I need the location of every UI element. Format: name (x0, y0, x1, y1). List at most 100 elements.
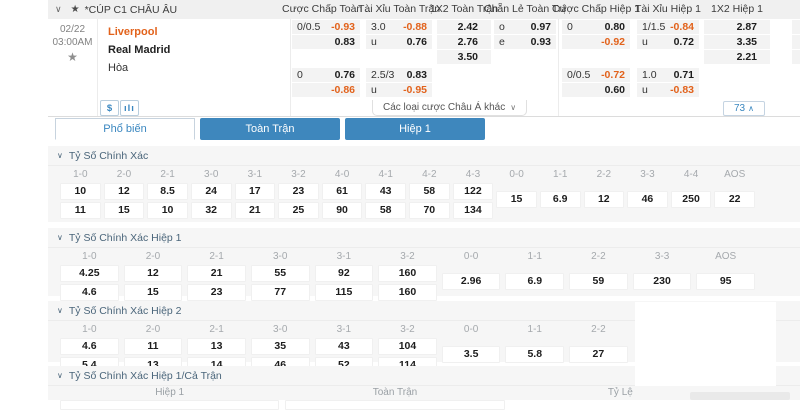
odds-cell[interactable]: 0/0.5-0.93 (292, 20, 360, 34)
odds-cell[interactable]: o0.97 (494, 20, 556, 34)
odds-cell[interactable]: 15 (124, 284, 183, 301)
odds-cell[interactable]: 21 (235, 202, 276, 219)
statistics-button[interactable]: ılı (120, 100, 139, 116)
odds-cell[interactable]: -0.86 (292, 83, 360, 97)
odds-cell[interactable]: 21 (187, 265, 246, 282)
odds-cell[interactable]: 55 (251, 265, 310, 282)
odds-cell[interactable]: -0.92 (562, 35, 630, 49)
section-header[interactable]: ∨ Tỷ Số Chính Xác (48, 146, 800, 166)
odds-cell[interactable]: 13 (187, 338, 246, 355)
odds-cell[interactable]: 17 (235, 183, 276, 200)
odds-cell[interactable]: 122 (453, 183, 494, 200)
odds-cell[interactable]: 8.5 (147, 183, 188, 200)
odds-cell[interactable]: 24 (191, 183, 232, 200)
odds-cell[interactable]: 61 (322, 183, 363, 200)
odds-cell[interactable]: 160 (378, 265, 437, 282)
odds-cell[interactable]: 160 (378, 284, 437, 301)
odds-cell[interactable]: 2.42 (437, 20, 491, 34)
odds-cell[interactable]: 43 (365, 183, 406, 200)
odds-cell[interactable]: 77 (251, 284, 310, 301)
league-favorite-star-icon[interactable]: ★ (71, 4, 80, 15)
odds-cell[interactable]: 115 (315, 284, 374, 301)
odds-cell[interactable]: 70 (409, 202, 450, 219)
odds-cell[interactable]: u0.72 (637, 35, 699, 49)
odds-cell[interactable]: 22 (714, 191, 755, 208)
odds-cell[interactable]: 5.8 (505, 346, 564, 363)
odds-cell[interactable]: 11 (60, 202, 101, 219)
tab-toan-tran[interactable]: Toàn Trận (200, 118, 340, 140)
odds-cell[interactable]: 1/1.5-0.84 (637, 20, 699, 34)
odds-cell[interactable] (60, 400, 279, 410)
odds-value: 0.76 (335, 69, 355, 81)
odds-cell[interactable]: 0.83 (292, 35, 360, 49)
odds-cell[interactable]: 2.5/30.83 (366, 68, 432, 82)
odds-cell[interactable]: 230 (633, 273, 692, 290)
odds-cell[interactable]: 25 (278, 202, 319, 219)
odds-cell[interactable]: 23 (278, 183, 319, 200)
odds-cell[interactable] (285, 400, 504, 410)
odds-cell[interactable]: 58 (365, 202, 406, 219)
odds-cell[interactable]: u-0.83 (637, 83, 699, 97)
bet-money-button[interactable]: $ (100, 100, 119, 116)
odds-cell[interactable]: 4.25 (60, 265, 119, 282)
display-option-pill[interactable] (690, 392, 790, 400)
odds-cell[interactable]: 3.0 -0.88 (366, 20, 432, 34)
odds-cell[interactable]: 90 (322, 202, 363, 219)
odds-cell[interactable]: 15 (496, 191, 537, 208)
tab-pho-bien[interactable]: Phổ biến (55, 118, 195, 140)
odds-cell[interactable]: 104 (378, 338, 437, 355)
match-favorite-star-icon[interactable]: ★ (48, 51, 97, 64)
odds-value: 0.93 (531, 36, 551, 48)
collapse-chevron-icon[interactable]: ∨ (55, 4, 62, 15)
odds-cell[interactable]: 3.5 (442, 346, 501, 363)
htft-headers: Hiệp 1 Toàn Trận Tỷ Lệ (60, 387, 730, 399)
odds-cell[interactable]: 10 (60, 183, 101, 200)
home-team-name: Liverpool (108, 23, 170, 41)
odds-cell[interactable]: 10 (147, 202, 188, 219)
odds-cell[interactable]: 59 (569, 273, 628, 290)
odds-cell[interactable]: 6.9 (505, 273, 564, 290)
odds-cell[interactable]: 15 (104, 202, 145, 219)
odds-cell[interactable]: 2.87 (704, 20, 770, 34)
odds-cell[interactable]: 6.9 (540, 191, 581, 208)
odds-cell[interactable]: 27 (569, 346, 628, 363)
odds-value: -0.88 (403, 21, 427, 33)
odds-cell[interactable]: 250 (671, 191, 712, 208)
odds-cell[interactable]: 134 (453, 202, 494, 219)
odds-cell[interactable]: 3.35 (704, 35, 770, 49)
odds-cell[interactable]: 2.21 (704, 50, 770, 64)
odds-cell[interactable]: 00.80 (562, 20, 630, 34)
odds-cell[interactable]: 12 (584, 191, 625, 208)
odds-cell[interactable]: 00.76 (292, 68, 360, 82)
section-header[interactable]: ∨ Tỷ Số Chính Xác Hiệp 1 (48, 228, 800, 248)
odds-cell[interactable]: 12 (124, 265, 183, 282)
odds-cell[interactable]: 46 (627, 191, 668, 208)
odds-cell[interactable]: 2.96 (442, 273, 501, 290)
odds-cell[interactable]: 0/0.5-0.72 (562, 68, 630, 82)
score-label: 1-0 (60, 169, 101, 181)
odds-cell[interactable]: 43 (315, 338, 374, 355)
odds-cell[interactable]: 35 (251, 338, 310, 355)
odds-line: 3.0 (371, 21, 386, 33)
odds-cell[interactable]: 12 (104, 183, 145, 200)
section-correct-score: ∨ Tỷ Số Chính Xác 1-010112-012152-18.510… (48, 146, 800, 222)
odds-cell[interactable]: 92 (315, 265, 374, 282)
teams-block: Liverpool Real Madrid Hòa (108, 23, 170, 77)
score-label: 4-3 (453, 169, 494, 181)
odds-cell[interactable]: 0.60 (562, 83, 630, 97)
odds-cell[interactable]: 1.00.71 (637, 68, 699, 82)
odds-cell[interactable]: 58 (409, 183, 450, 200)
odds-cell[interactable]: 95 (696, 273, 755, 290)
odds-cell[interactable]: 3.50 (437, 50, 491, 64)
odds-cell[interactable]: 11 (124, 338, 183, 355)
odds-cell[interactable]: u0.76 (366, 35, 432, 49)
odds-cell[interactable]: 4.6 (60, 284, 119, 301)
odds-cell[interactable]: u-0.95 (366, 83, 432, 97)
odds-cell[interactable]: 32 (191, 202, 232, 219)
odds-cell[interactable]: 4.6 (60, 338, 119, 355)
tab-hiep-1[interactable]: Hiệp 1 (345, 118, 485, 140)
odds-cell[interactable]: 2.76 (437, 35, 491, 49)
match-time: 03:00AM (48, 36, 97, 49)
odds-cell[interactable]: 23 (187, 284, 246, 301)
odds-cell[interactable]: e0.93 (494, 35, 556, 49)
